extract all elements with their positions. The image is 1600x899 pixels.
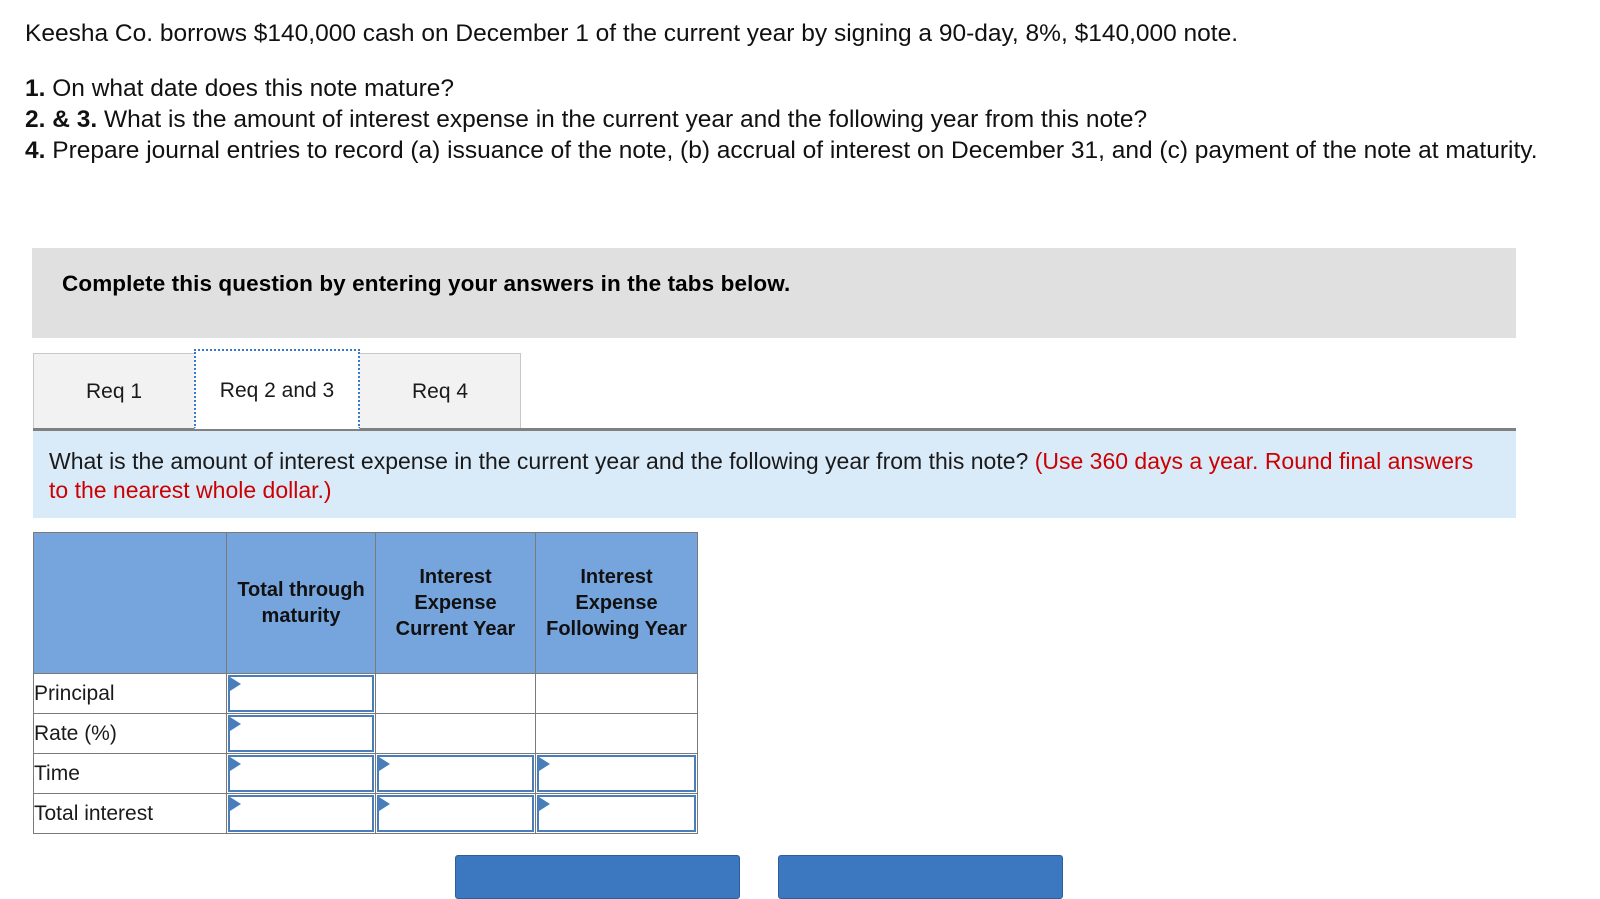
cell-time-following-year[interactable] [535, 753, 698, 794]
cell-rate-current-year [375, 713, 536, 754]
previous-requirement-button[interactable] [455, 855, 740, 899]
column-header-total-through-maturity: Total through maturity [226, 532, 376, 674]
input-time-total[interactable] [228, 755, 374, 792]
table-header-row: Total through maturity Interest Expense … [33, 532, 698, 674]
table-header: Total through maturity Interest Expense … [33, 532, 698, 674]
prompt-req-2-3: 2. & 3. What is the amount of interest e… [25, 104, 1585, 135]
cell-total-interest-current-year[interactable] [375, 793, 536, 834]
cell-rate-following-year [535, 713, 698, 754]
column-header-interest-expense-following-year: Interest Expense Following Year [535, 532, 698, 674]
tab-req-1-label: Req 1 [85, 379, 143, 403]
column-header-interest-expense-current-year: Interest Expense Current Year [375, 532, 536, 674]
cell-total-interest-total[interactable] [226, 793, 376, 834]
prompt-lead: Keesha Co. borrows $140,000 cash on Dece… [25, 20, 1239, 47]
question-prompt: Keesha Co. borrows $140,000 cash on Dece… [25, 18, 1585, 166]
input-total-interest-total[interactable] [228, 795, 374, 832]
req-1-text: On what date does this note mature? [45, 75, 455, 102]
input-total-interest-current-year[interactable] [377, 795, 534, 832]
tab-req-2-and-3[interactable]: Req 2 and 3 [194, 349, 360, 429]
cell-time-current-year[interactable] [375, 753, 536, 794]
cell-total-interest-following-year[interactable] [535, 793, 698, 834]
req-4-text: Prepare journal entries to record (a) is… [45, 137, 1538, 164]
requirement-text: What is the amount of interest expense i… [49, 447, 1489, 505]
cell-principal-total[interactable] [226, 673, 376, 714]
column-header-blank [33, 532, 227, 674]
requirement-question: What is the amount of interest expense i… [49, 448, 1029, 474]
row-label-total-interest: Total interest [33, 793, 227, 834]
tab-req-4[interactable]: Req 4 [359, 353, 521, 429]
table-row: Rate (%) [33, 713, 698, 754]
requirement-tabs: Req 1 Req 2 and 3 Req 4 [33, 349, 1517, 431]
next-requirement-button[interactable] [778, 855, 1063, 899]
requirement-panel: What is the amount of interest expense i… [33, 431, 1516, 518]
table-row: Principal [33, 673, 698, 714]
input-time-current-year[interactable] [377, 755, 534, 792]
cell-principal-following-year [535, 673, 698, 714]
table-row: Time [33, 753, 698, 794]
tab-req-2-and-3-label: Req 2 and 3 [219, 379, 335, 402]
req-2-3-number: 2. & 3. [25, 106, 98, 133]
input-rate-total[interactable] [228, 715, 374, 752]
cell-time-total[interactable] [226, 753, 376, 794]
tab-req-4-label: Req 4 [411, 379, 469, 403]
row-label-rate: Rate (%) [33, 713, 227, 754]
table-body: Principal Rate (%) Time Total interest [33, 673, 698, 834]
cell-rate-total[interactable] [226, 713, 376, 754]
prompt-req-1: 1. On what date does this note mature? [25, 73, 1585, 104]
table-row: Total interest [33, 793, 698, 834]
row-label-time: Time [33, 753, 227, 794]
req-4-number: 4. [25, 137, 46, 164]
cell-principal-current-year [375, 673, 536, 714]
input-total-interest-following-year[interactable] [537, 795, 696, 832]
interest-expense-table: Total through maturity Interest Expense … [33, 532, 698, 834]
prompt-req-4: 4. Prepare journal entries to record (a)… [25, 135, 1585, 166]
row-label-principal: Principal [33, 673, 227, 714]
input-time-following-year[interactable] [537, 755, 696, 792]
tab-req-1[interactable]: Req 1 [33, 353, 195, 429]
req-2-3-text: What is the amount of interest expense i… [97, 106, 1148, 133]
req-1-number: 1. [25, 75, 46, 102]
instruction-banner: Complete this question by entering your … [32, 248, 1516, 338]
input-principal-total[interactable] [228, 675, 374, 712]
instruction-banner-text: Complete this question by entering your … [62, 271, 791, 296]
